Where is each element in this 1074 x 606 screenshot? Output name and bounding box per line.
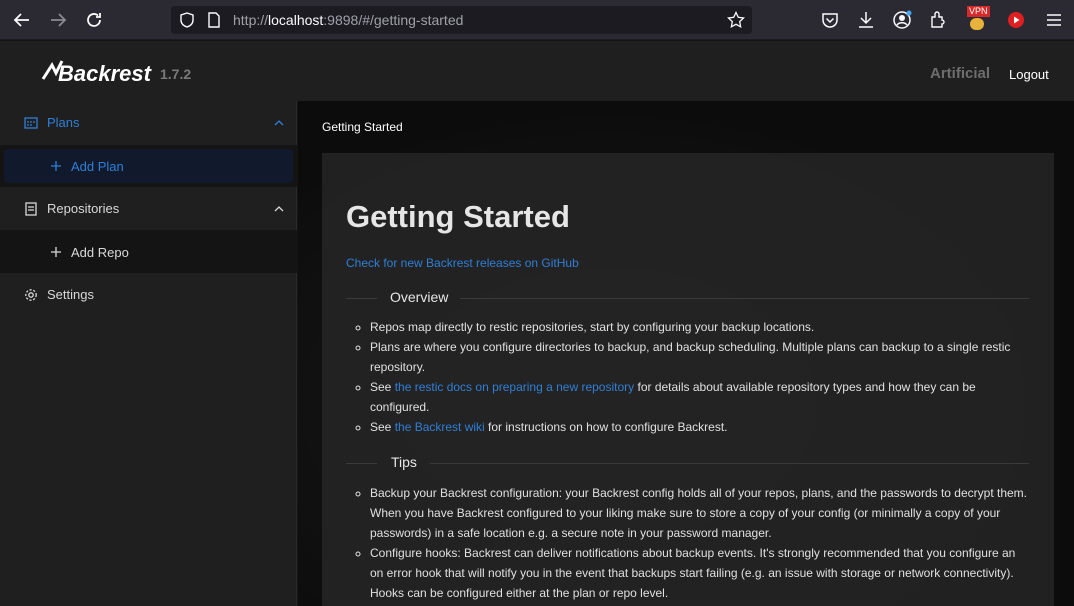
sidebar-item-add-repo[interactable]: Add Repo (0, 230, 297, 273)
list-item: Plans are where you configure directorie… (370, 337, 1030, 377)
logout-button[interactable]: Logout (1009, 67, 1049, 82)
reload-icon[interactable] (82, 8, 106, 32)
getting-started-card: Getting Started Check for new Backrest r… (322, 153, 1054, 606)
list-item: Configure hooks: Backrest can deliver no… (370, 543, 1030, 603)
sidebar-item-settings[interactable]: Settings (0, 275, 297, 315)
page-title: Getting Started (346, 199, 570, 234)
backrest-wiki-link[interactable]: the Backrest wiki (395, 420, 485, 434)
back-icon[interactable] (10, 8, 34, 32)
sidebar-item-plans[interactable]: Plans (0, 103, 297, 143)
restic-docs-link[interactable]: the restic docs on preparing a new repos… (395, 380, 634, 394)
list-item: Repos map directly to restic repositorie… (370, 317, 1030, 337)
gear-icon (25, 289, 37, 301)
instance-name: Artificial (930, 65, 991, 82)
overview-list: Repos map directly to restic repositorie… (346, 317, 1030, 437)
plus-icon (51, 247, 61, 257)
browser-toolbar: http://localhost:9898/#/getting-started … (0, 0, 1074, 40)
sidebar: Plans Add Plan Repositories Add Repo Set… (0, 101, 297, 606)
download-icon[interactable] (855, 9, 877, 31)
overview-heading: Overview (390, 289, 449, 305)
account-icon[interactable] (891, 9, 913, 31)
sidebar-item-label: Plans (47, 115, 80, 130)
list-item: See the Backrest wiki for instructions o… (370, 417, 1030, 437)
url-text[interactable]: http://localhost:9898/#/getting-started (233, 12, 463, 28)
chevron-up-icon[interactable] (273, 205, 285, 213)
chevron-up-icon[interactable] (273, 119, 285, 127)
sidebar-item-repositories[interactable]: Repositories (0, 189, 297, 229)
list-item: Backup your Backrest configuration: your… (370, 483, 1030, 543)
version-label: 1.7.2 (160, 66, 192, 82)
vpn-extension-icon[interactable]: VPN (965, 6, 990, 34)
selected-highlight (4, 149, 293, 183)
forward-icon[interactable] (46, 8, 70, 32)
address-bar[interactable]: http://localhost:9898/#/getting-started (171, 6, 752, 34)
sidebar-item-label: Settings (47, 287, 94, 302)
breadcrumb: Getting Started (322, 120, 403, 134)
backrest-logo[interactable]: Backrest (40, 51, 153, 87)
database-icon (25, 202, 37, 216)
sidebar-item-label: Add Plan (71, 159, 124, 174)
extensions-icon[interactable] (927, 9, 949, 31)
youtube-icon[interactable] (1005, 9, 1027, 31)
menu-icon[interactable] (1043, 9, 1065, 31)
tips-list: Backup your Backrest configuration: your… (346, 483, 1030, 603)
app-header: Backrest 1.7.2 Artificial Logout (0, 41, 1074, 101)
sidebar-item-label: Repositories (47, 201, 120, 216)
sidebar-item-add-plan[interactable]: Add Plan (0, 145, 297, 187)
tips-heading: Tips (391, 454, 417, 470)
list-item: See the restic docs on preparing a new r… (370, 377, 1030, 417)
pocket-icon[interactable] (819, 9, 841, 31)
main-content: Getting Started Getting Started Check fo… (298, 101, 1074, 606)
svg-text:Backrest: Backrest (58, 61, 152, 86)
bookmark-star-icon[interactable] (727, 11, 745, 29)
releases-link[interactable]: Check for new Backrest releases on GitHu… (346, 256, 579, 270)
shield-icon[interactable] (178, 11, 196, 29)
sidebar-item-label: Add Repo (71, 245, 129, 260)
calendar-icon (24, 117, 38, 129)
page-icon[interactable] (205, 11, 223, 29)
plus-icon (51, 161, 61, 171)
